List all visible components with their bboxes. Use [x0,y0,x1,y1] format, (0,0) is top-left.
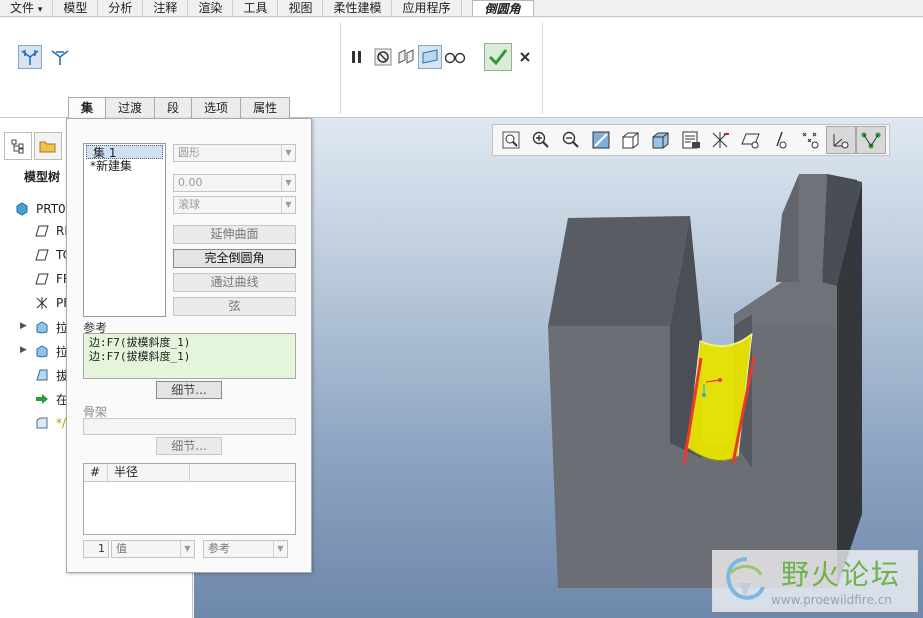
menu-applications[interactable]: 应用程序 [392,0,462,16]
index-field-value: 1 [98,542,105,555]
cancel-icon[interactable] [513,45,537,69]
skeleton-collector[interactable] [83,418,296,435]
menu-file[interactable]: 文件 ▾ [0,0,54,16]
tab-transitions[interactable]: 过渡 [105,97,156,118]
reference-type-label: 参考 [208,542,230,555]
tab-properties[interactable]: 属性 [240,97,291,118]
model-tree-tab[interactable] [4,132,32,160]
menu-file-label: 文件 [10,1,35,15]
extrude-icon [34,344,50,358]
value-type-select[interactable]: 值 ▼ [111,540,195,558]
csys-icon [34,296,50,310]
shape-select-value: 圆形 [178,146,200,159]
separate-preview-icon[interactable] [394,45,418,69]
tree-item[interactable]: PRT00 [14,200,73,218]
connected-preview-icon[interactable] [418,45,442,69]
expand-arrow-icon[interactable]: ▶ [20,321,27,331]
tree-item[interactable]: 拉 [34,318,68,336]
chevron-down-icon: ▼ [273,541,287,557]
chevron-down-icon: ▼ [180,541,194,557]
chevron-down-icon: ▼ [281,197,295,213]
skeleton-details-button[interactable]: 细节... [156,437,222,455]
watermark-url: www.proewildfire.cn [771,593,892,607]
menu-model[interactable]: 模型 [53,0,99,16]
watermark: 野火论坛 www.proewildfire.cn [712,550,918,612]
menu-view[interactable]: 视图 [278,0,324,16]
chevron-down-icon: ▼ [281,175,295,191]
tree-item[interactable]: */ [34,414,66,432]
round-dialog-tabs: 集 过渡 段 选项 属性 [68,97,291,119]
full-round-button[interactable]: 完全倒圆角 [173,249,296,268]
set-list[interactable]: 集 1 *新建集 [83,143,166,317]
shape-select[interactable]: 圆形 ▼ [173,144,296,162]
menu-flexible-modeling[interactable]: 柔性建模 [323,0,393,16]
watermark-title: 野火论坛 [781,558,902,591]
chord-button[interactable]: 弦 [173,297,296,316]
new-set-item[interactable]: *新建集 [84,159,165,173]
method-select-value: 滚球 [178,198,200,211]
forum-logo-icon [726,557,765,600]
navigator-tabs [4,132,64,160]
col-radius: 半径 [108,464,190,481]
value-type-label: 值 [116,542,127,555]
datum-plane-icon [34,272,50,286]
col-index: # [84,464,108,481]
index-field[interactable]: 1 [83,540,109,558]
radius-table[interactable]: # 半径 [83,463,296,535]
menu-render[interactable]: 渲染 [188,0,234,16]
verify-icon[interactable] [443,45,467,69]
sets-panel: 集 1 *新建集 圆形 ▼ 0.00 ▼ 滚球 ▼ 延伸曲面 完全倒圆角 通过曲… [66,118,312,573]
expand-arrow-icon[interactable]: ▶ [20,345,27,355]
chevron-down-icon: ▼ [281,145,295,161]
references-collector[interactable]: 边:F7(拔模斜度_1) 边:F7(拔模斜度_1) [83,333,296,379]
set-item-1[interactable]: 集 1 [86,145,163,160]
tree-item[interactable]: 在 [34,390,68,408]
menu-bar: 文件 ▾ 模型 分析 注释 渲染 工具 视图 柔性建模 应用程序 倒圆角 [0,0,923,17]
datum-plane-icon [34,224,50,238]
model-tree-title: 模型树 [24,170,61,184]
method-select[interactable]: 滚球 ▼ [173,196,296,214]
through-curve-button[interactable]: 通过曲线 [173,273,296,292]
tree-item[interactable]: 拉 [34,342,68,360]
tree-item[interactable]: PF [34,294,70,312]
value-select[interactable]: 0.00 ▼ [173,174,296,192]
menu-annotate[interactable]: 注释 [143,0,189,16]
reference-type-select[interactable]: 参考 ▼ [203,540,288,558]
reference-item[interactable]: 边:F7(拔模斜度_1) [89,336,290,350]
menu-tools[interactable]: 工具 [233,0,279,16]
radius-table-header: # 半径 [84,464,295,482]
menu-analysis[interactable]: 分析 [98,0,144,16]
col-empty [190,464,295,481]
tree-item[interactable]: RI [34,222,68,240]
extrude-icon [34,320,50,334]
tree-item[interactable]: 拔 [34,366,68,384]
chevron-down-icon: ▾ [37,5,43,15]
no-preview-icon[interactable] [371,45,395,69]
tab-sets[interactable]: 集 [68,97,107,119]
tab-round[interactable]: 倒圆角 [471,0,534,16]
reference-item[interactable]: 边:F7(拔模斜度_1) [89,350,290,364]
set-mode-icon[interactable] [18,45,42,69]
draft-icon [34,368,50,382]
datum-plane-icon [34,248,50,262]
pause-icon[interactable] [345,45,369,69]
ok-icon[interactable] [484,43,512,71]
round-icon [34,416,50,430]
transition-mode-icon[interactable] [48,45,72,69]
value-select-value: 0.00 [178,176,203,189]
tree-item-label: */ [56,416,67,430]
part-icon [14,202,30,216]
folder-browser-tab[interactable] [34,132,62,160]
tab-pieces[interactable]: 段 [154,97,193,118]
creo-window: 文件 ▾ 模型 分析 注释 渲染 工具 视图 柔性建模 应用程序 倒圆角 模型树… [0,0,923,618]
references-details-button[interactable]: 细节... [156,381,222,399]
insert-here-icon [34,392,50,406]
tab-options[interactable]: 选项 [191,97,242,118]
extend-surfaces-button[interactable]: 延伸曲面 [173,225,296,244]
